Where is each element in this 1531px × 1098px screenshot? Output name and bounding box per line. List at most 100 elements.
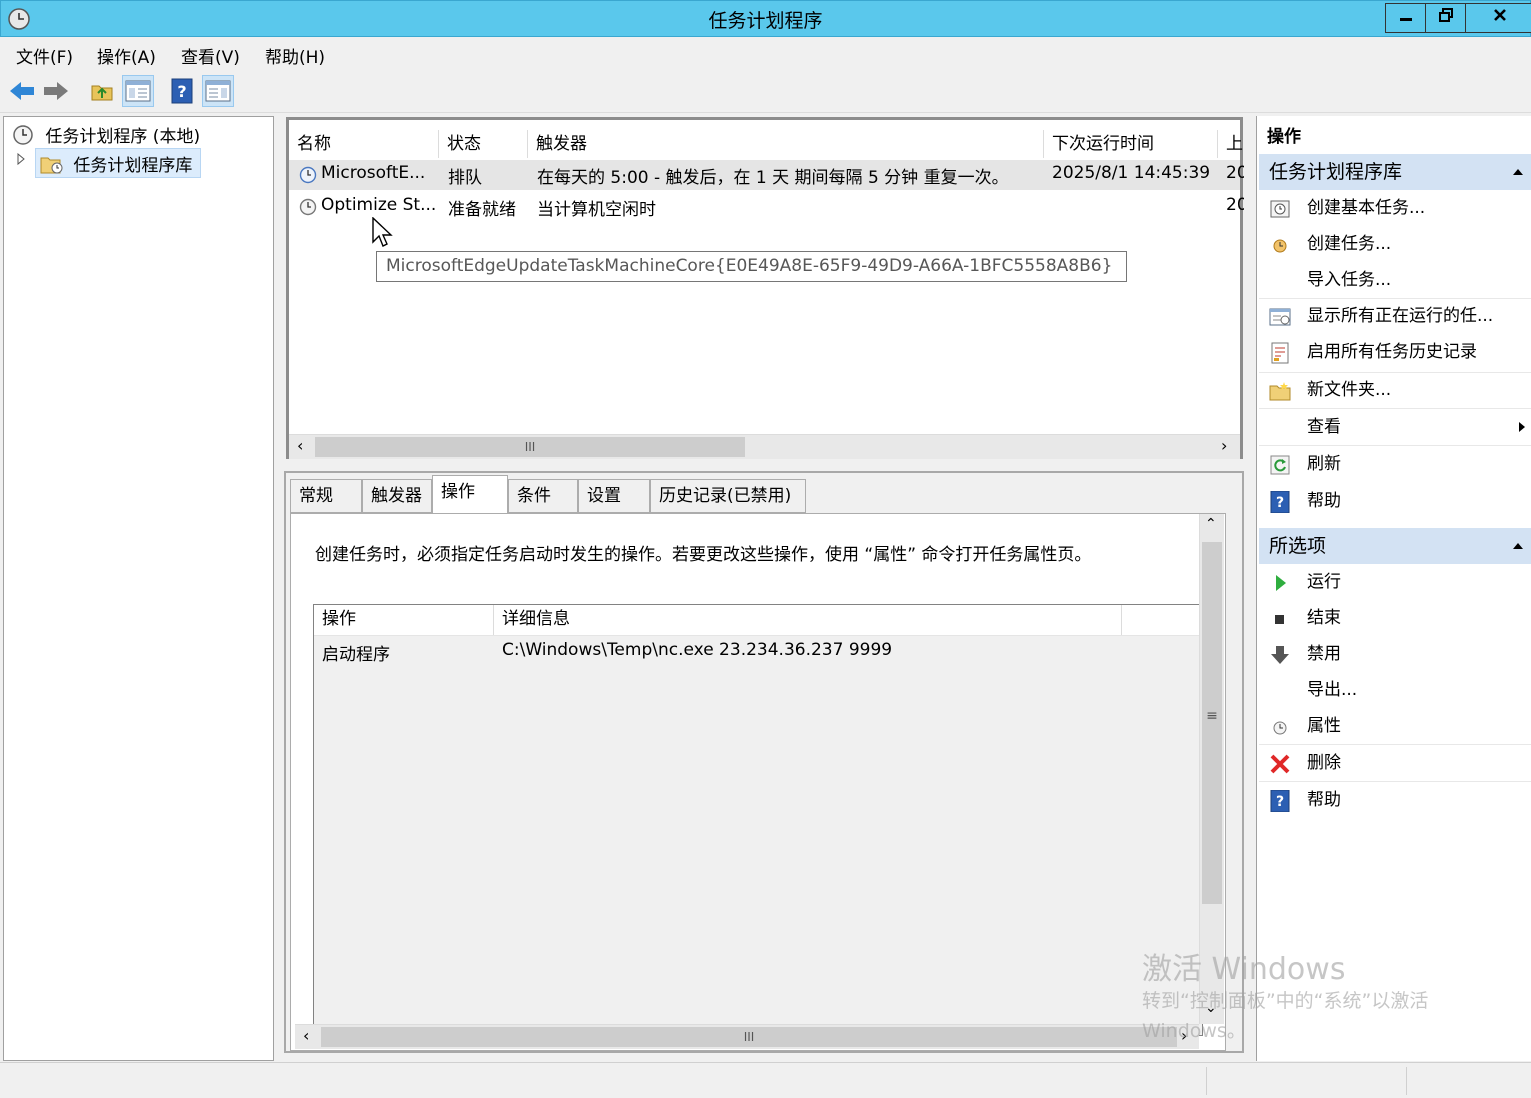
- action-create-task[interactable]: 创建任务...: [1259, 226, 1531, 262]
- tree-item-library[interactable]: 任务计划程序库: [35, 148, 201, 178]
- action-run[interactable]: 运行: [1259, 564, 1531, 600]
- action-label: 帮助: [1307, 790, 1341, 810]
- scroll-left-icon[interactable]: ‹: [303, 1026, 309, 1045]
- minimize-icon: [1400, 18, 1412, 21]
- action-export[interactable]: 导出...: [1259, 672, 1531, 708]
- status-divider: [1406, 1067, 1407, 1095]
- console-tree-icon: [125, 80, 151, 102]
- action-show-running-tasks[interactable]: 显示所有正在运行的任...: [1259, 298, 1531, 334]
- tree-root-label: 任务计划程序 (本地): [45, 127, 201, 147]
- action-help-selected[interactable]: ? 帮助: [1259, 782, 1531, 818]
- scrollbar-thumb[interactable]: III: [315, 437, 745, 457]
- arrow-right-icon: [44, 82, 68, 100]
- column-header-next-run[interactable]: 下次运行时间: [1044, 130, 1218, 158]
- tab-settings[interactable]: 设置: [578, 479, 650, 513]
- up-folder-button[interactable]: [86, 75, 118, 107]
- action-end[interactable]: 结束: [1259, 600, 1531, 636]
- table-row[interactable]: 启动程序 C:\Windows\Temp\nc.exe 23.234.36.23…: [314, 637, 1200, 667]
- task-list: 名称 状态 触发器 下次运行时间 上 MicrosoftE... 排队 在每天的…: [286, 117, 1244, 459]
- tab-general[interactable]: 常规: [290, 479, 362, 513]
- action-view-menu[interactable]: 查看: [1259, 409, 1531, 445]
- menu-action[interactable]: 操作(A): [97, 43, 156, 68]
- task-clock-icon: [299, 166, 317, 184]
- delete-x-icon: [1270, 754, 1290, 774]
- play-icon: [1276, 575, 1286, 591]
- help-button[interactable]: ?: [166, 75, 198, 107]
- tab-history[interactable]: 历史记录(已禁用): [650, 479, 806, 513]
- scrollbar-thumb[interactable]: ≡: [1202, 542, 1222, 904]
- horizontal-scrollbar[interactable]: ‹ III ›: [289, 434, 1240, 459]
- menu-view[interactable]: 查看(V): [181, 43, 240, 68]
- scrollbar-thumb[interactable]: III: [321, 1027, 1177, 1047]
- column-header-details[interactable]: 详细信息: [494, 605, 1122, 635]
- action-new-folder[interactable]: 新文件夹...: [1259, 372, 1531, 408]
- stop-icon: [1275, 615, 1284, 624]
- action-disable[interactable]: 禁用: [1259, 636, 1531, 672]
- task-next-run: 2025/8/1 14:45:39: [1052, 163, 1211, 183]
- svg-text:?: ?: [1276, 495, 1284, 511]
- activation-watermark-title: 激活 Windows: [1142, 952, 1346, 987]
- show-hide-tree-button[interactable]: [122, 75, 154, 107]
- tooltip: MicrosoftEdgeUpdateTaskMachineCore{E0E49…: [376, 251, 1127, 282]
- tree-item-root[interactable]: 任务计划程序 (本地): [12, 122, 200, 147]
- close-icon: [1493, 9, 1506, 21]
- task-name: MicrosoftE...: [321, 163, 426, 183]
- activation-watermark-text: 转到“控制面板”中的“系统”以激活: [1142, 990, 1429, 1012]
- back-button[interactable]: [6, 75, 38, 107]
- tree-expander[interactable]: [16, 151, 26, 171]
- actions-pane-title: 操作: [1267, 127, 1301, 147]
- history-icon: [1271, 342, 1289, 364]
- scroll-right-icon[interactable]: ›: [1221, 436, 1227, 455]
- action-label: 刷新: [1307, 454, 1341, 474]
- forward-button[interactable]: [40, 75, 72, 107]
- column-header-trigger[interactable]: 触发器: [528, 130, 1044, 158]
- column-header-action[interactable]: 操作: [314, 605, 494, 635]
- task-status: 排队: [448, 168, 482, 188]
- close-button[interactable]: [1465, 3, 1531, 33]
- task-trigger: 当计算机空闲时: [537, 200, 656, 220]
- activation-watermark-text-2: Windows。: [1142, 1020, 1246, 1042]
- scroll-up-icon[interactable]: ⌃: [1205, 516, 1217, 532]
- section-header-selected-item[interactable]: 所选项: [1259, 528, 1531, 564]
- table-row[interactable]: Optimize St... 准备就绪 当计算机空闲时 20: [289, 192, 1244, 222]
- tab-triggers[interactable]: 触发器: [362, 479, 432, 513]
- menu-help[interactable]: 帮助(H): [265, 43, 325, 68]
- action-label: 创建基本任务...: [1307, 198, 1426, 218]
- action-enable-history[interactable]: 启用所有任务历史记录: [1259, 334, 1531, 370]
- menu-file[interactable]: 文件(F): [16, 43, 73, 68]
- action-label: 创建任务...: [1307, 234, 1392, 254]
- column-header-name[interactable]: 名称: [289, 130, 439, 158]
- tab-actions[interactable]: 操作: [432, 475, 508, 513]
- disable-arrow-icon: [1271, 646, 1289, 664]
- section-header-library[interactable]: 任务计划程序库: [1259, 154, 1531, 190]
- new-folder-icon: [1269, 382, 1291, 401]
- action-help[interactable]: ? 帮助: [1259, 483, 1531, 519]
- horizontal-scrollbar[interactable]: ‹ III ›: [295, 1024, 1199, 1049]
- action-label: 显示所有正在运行的任...: [1307, 306, 1494, 326]
- action-label: 查看: [1307, 417, 1341, 437]
- table-row[interactable]: MicrosoftE... 排队 在每天的 5:00 - 触发后，在 1 天 期…: [289, 160, 1244, 190]
- tab-conditions[interactable]: 条件: [508, 479, 578, 513]
- scroll-left-icon[interactable]: ‹: [297, 436, 303, 455]
- task-name: Optimize St...: [321, 195, 437, 215]
- action-pane-icon: [205, 80, 231, 102]
- action-label: 运行: [1307, 572, 1341, 592]
- action-details: C:\Windows\Temp\nc.exe 23.234.36.237 999…: [502, 640, 893, 660]
- action-import-task[interactable]: 导入任务...: [1259, 262, 1531, 298]
- task-status: 准备就绪: [448, 200, 516, 220]
- detail-pane: 常规 触发器 操作 条件 设置 历史记录(已禁用) 创建任务时，必须指定任务启动…: [284, 471, 1244, 1053]
- task-last-run: 20: [1226, 163, 1244, 183]
- restore-button[interactable]: [1425, 3, 1467, 33]
- action-refresh[interactable]: 刷新: [1259, 446, 1531, 482]
- action-create-basic-task[interactable]: 创建基本任务...: [1259, 190, 1531, 226]
- actions-pane: 操作 任务计划程序库 创建基本任务... 创建任务... 导入任务... 显示所…: [1256, 116, 1531, 1061]
- show-hide-action-pane-button[interactable]: [202, 75, 234, 107]
- actions-description: 创建任务时，必须指定任务启动时发生的操作。若要更改这些操作，使用 “属性” 命令…: [315, 545, 1092, 565]
- column-header-last-run[interactable]: 上: [1218, 130, 1248, 158]
- tab-content: 创建任务时，必须指定任务启动时发生的操作。若要更改这些操作，使用 “属性” 命令…: [290, 513, 1226, 1051]
- action-properties[interactable]: 属性: [1259, 708, 1531, 744]
- task-clock-icon: [299, 198, 317, 216]
- minimize-button[interactable]: [1385, 3, 1427, 33]
- column-header-status[interactable]: 状态: [439, 130, 528, 158]
- action-delete[interactable]: 删除: [1259, 745, 1531, 781]
